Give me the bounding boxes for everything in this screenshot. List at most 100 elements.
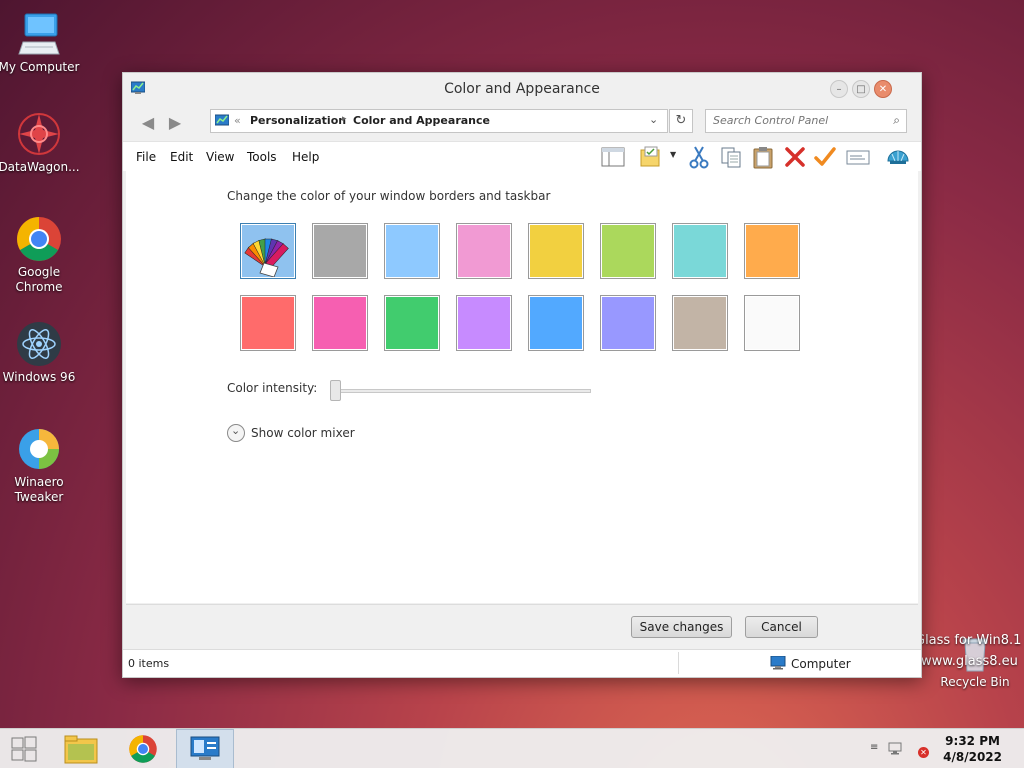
- color-intensity-slider-track[interactable]: [335, 389, 591, 393]
- system-clock[interactable]: 9:32 PM 4/8/2022: [943, 733, 1002, 765]
- paste-icon[interactable]: [751, 145, 775, 169]
- checkmark-icon[interactable]: [813, 145, 837, 169]
- color-swatch-automatic[interactable]: [240, 223, 296, 279]
- color-and-appearance-window: Color and Appearance – □ ✕ ◀ ▶ « Persona…: [122, 72, 922, 678]
- color-swatch[interactable]: [240, 295, 296, 351]
- color-swatch[interactable]: [600, 295, 656, 351]
- menu-edit[interactable]: Edit: [170, 150, 193, 164]
- color-swatch[interactable]: [384, 295, 440, 351]
- tray-overflow-icon[interactable]: ≡: [870, 742, 878, 753]
- swatch-fill: [386, 225, 438, 277]
- cancel-button[interactable]: Cancel: [745, 616, 818, 638]
- swatch-fill: [530, 297, 582, 349]
- color-intensity-slider-thumb[interactable]: [330, 380, 341, 401]
- swatch-fill: [602, 225, 654, 277]
- color-swatch[interactable]: [456, 223, 512, 279]
- computer-small-icon: [770, 655, 786, 670]
- breadcrumb-color-and-appearance[interactable]: Color and Appearance: [353, 114, 490, 127]
- desktop-icon-label: Google Chrome: [15, 265, 63, 294]
- folder-options-dropdown-icon[interactable]: ▼: [670, 150, 676, 159]
- windows-logo-icon: [11, 736, 37, 762]
- close-icon: ✕: [878, 84, 888, 95]
- show-color-mixer-toggle[interactable]: ⌄: [227, 424, 245, 442]
- breadcrumb-personalization[interactable]: Personalization: [250, 114, 346, 127]
- color-swatch[interactable]: [600, 223, 656, 279]
- desktop-icon-google-chrome[interactable]: Google Chrome: [0, 215, 81, 295]
- search-input[interactable]: [713, 114, 878, 127]
- menu-bar: File Edit View Tools Help ▼: [123, 141, 921, 171]
- taskbar-control-panel[interactable]: [176, 729, 234, 768]
- breadcrumb-chevron-icon[interactable]: ▸: [342, 114, 347, 124]
- start-button[interactable]: [0, 729, 48, 768]
- navigation-bar: ◀ ▶ « Personalization ▸ Color and Appear…: [123, 105, 921, 141]
- minimize-icon: –: [836, 84, 842, 95]
- color-swatch[interactable]: [528, 295, 584, 351]
- swatch-fill: [242, 225, 294, 278]
- network-error-icon[interactable]: ✕: [918, 747, 929, 758]
- show-color-mixer-label[interactable]: Show color mixer: [251, 426, 355, 440]
- color-swatch[interactable]: [312, 223, 368, 279]
- status-bar: 0 items Computer: [123, 649, 921, 677]
- color-swatch[interactable]: [456, 295, 512, 351]
- title-bar[interactable]: Color and Appearance – □ ✕: [123, 73, 921, 105]
- breadcrumb-overflow[interactable]: «: [234, 114, 241, 127]
- desktop-icon-datawagon[interactable]: DataWagon...: [0, 110, 81, 175]
- desktop-icon-windows-96[interactable]: Windows 96: [0, 320, 81, 385]
- swatch-fill: [314, 297, 366, 349]
- network-icon[interactable]: [888, 742, 906, 756]
- watermark-line-1: Glass for Win8.1: [915, 633, 1022, 648]
- taskbar-file-explorer[interactable]: [52, 729, 110, 768]
- color-swatch[interactable]: [384, 223, 440, 279]
- cut-icon[interactable]: [687, 145, 711, 169]
- control-panel-icon: [214, 114, 230, 128]
- color-swatch[interactable]: [672, 295, 728, 351]
- back-arrow-icon: ◀: [141, 113, 155, 132]
- desktop-icon-label: Winaero Tweaker: [14, 475, 64, 504]
- menu-file[interactable]: File: [136, 150, 156, 164]
- datawagon-icon: [15, 110, 63, 158]
- save-changes-button[interactable]: Save changes: [631, 616, 732, 638]
- delete-icon[interactable]: [783, 145, 807, 169]
- swatch-fill: [674, 297, 726, 349]
- folder-options-icon[interactable]: [639, 145, 663, 169]
- content-area: Change the color of your window borders …: [126, 171, 918, 603]
- forward-button[interactable]: ▶: [164, 113, 186, 133]
- desktop-icon-label: DataWagon...: [0, 160, 80, 174]
- desktop-icon-winaero-tweaker[interactable]: Winaero Tweaker: [0, 425, 81, 505]
- color-swatch[interactable]: [672, 223, 728, 279]
- zone-location: Computer: [791, 657, 851, 671]
- taskbar-chrome[interactable]: [114, 729, 172, 768]
- menu-view[interactable]: View: [206, 150, 234, 164]
- maximize-button[interactable]: □: [852, 80, 870, 98]
- address-dropdown-button[interactable]: ⌄: [649, 113, 658, 126]
- properties-icon[interactable]: [846, 145, 870, 169]
- refresh-button[interactable]: ↻: [669, 109, 693, 133]
- color-swatch[interactable]: [744, 295, 800, 351]
- layout-pane-icon[interactable]: [601, 145, 625, 169]
- page-heading: Change the color of your window borders …: [227, 189, 551, 203]
- color-swatch[interactable]: [744, 223, 800, 279]
- swatch-fill: [386, 297, 438, 349]
- swatch-fill: [314, 225, 366, 277]
- search-icon[interactable]: ⌕: [893, 113, 900, 128]
- swatch-fill: [746, 297, 798, 349]
- close-button[interactable]: ✕: [874, 80, 892, 98]
- color-swatch[interactable]: [528, 223, 584, 279]
- button-footer: Save changes Cancel: [126, 604, 918, 648]
- swatch-fill: [530, 225, 582, 277]
- minimize-button[interactable]: –: [830, 80, 848, 98]
- search-box[interactable]: ⌕: [705, 109, 907, 133]
- chrome-icon: [15, 215, 63, 263]
- copy-icon[interactable]: [719, 145, 743, 169]
- back-button[interactable]: ◀: [137, 113, 159, 133]
- menu-tools[interactable]: Tools: [247, 150, 277, 164]
- address-bar[interactable]: « Personalization ▸ Color and Appearance…: [210, 109, 668, 133]
- clock-date: 4/8/2022: [943, 750, 1002, 764]
- glass-shell-icon[interactable]: [886, 145, 910, 169]
- desktop-icon-my-computer[interactable]: My Computer: [0, 10, 81, 75]
- desktop-icon-label: Recycle Bin: [940, 675, 1010, 689]
- swatch-fill: [746, 225, 798, 277]
- clock-time: 9:32 PM: [945, 734, 1000, 748]
- color-swatch[interactable]: [312, 295, 368, 351]
- menu-help[interactable]: Help: [292, 150, 319, 164]
